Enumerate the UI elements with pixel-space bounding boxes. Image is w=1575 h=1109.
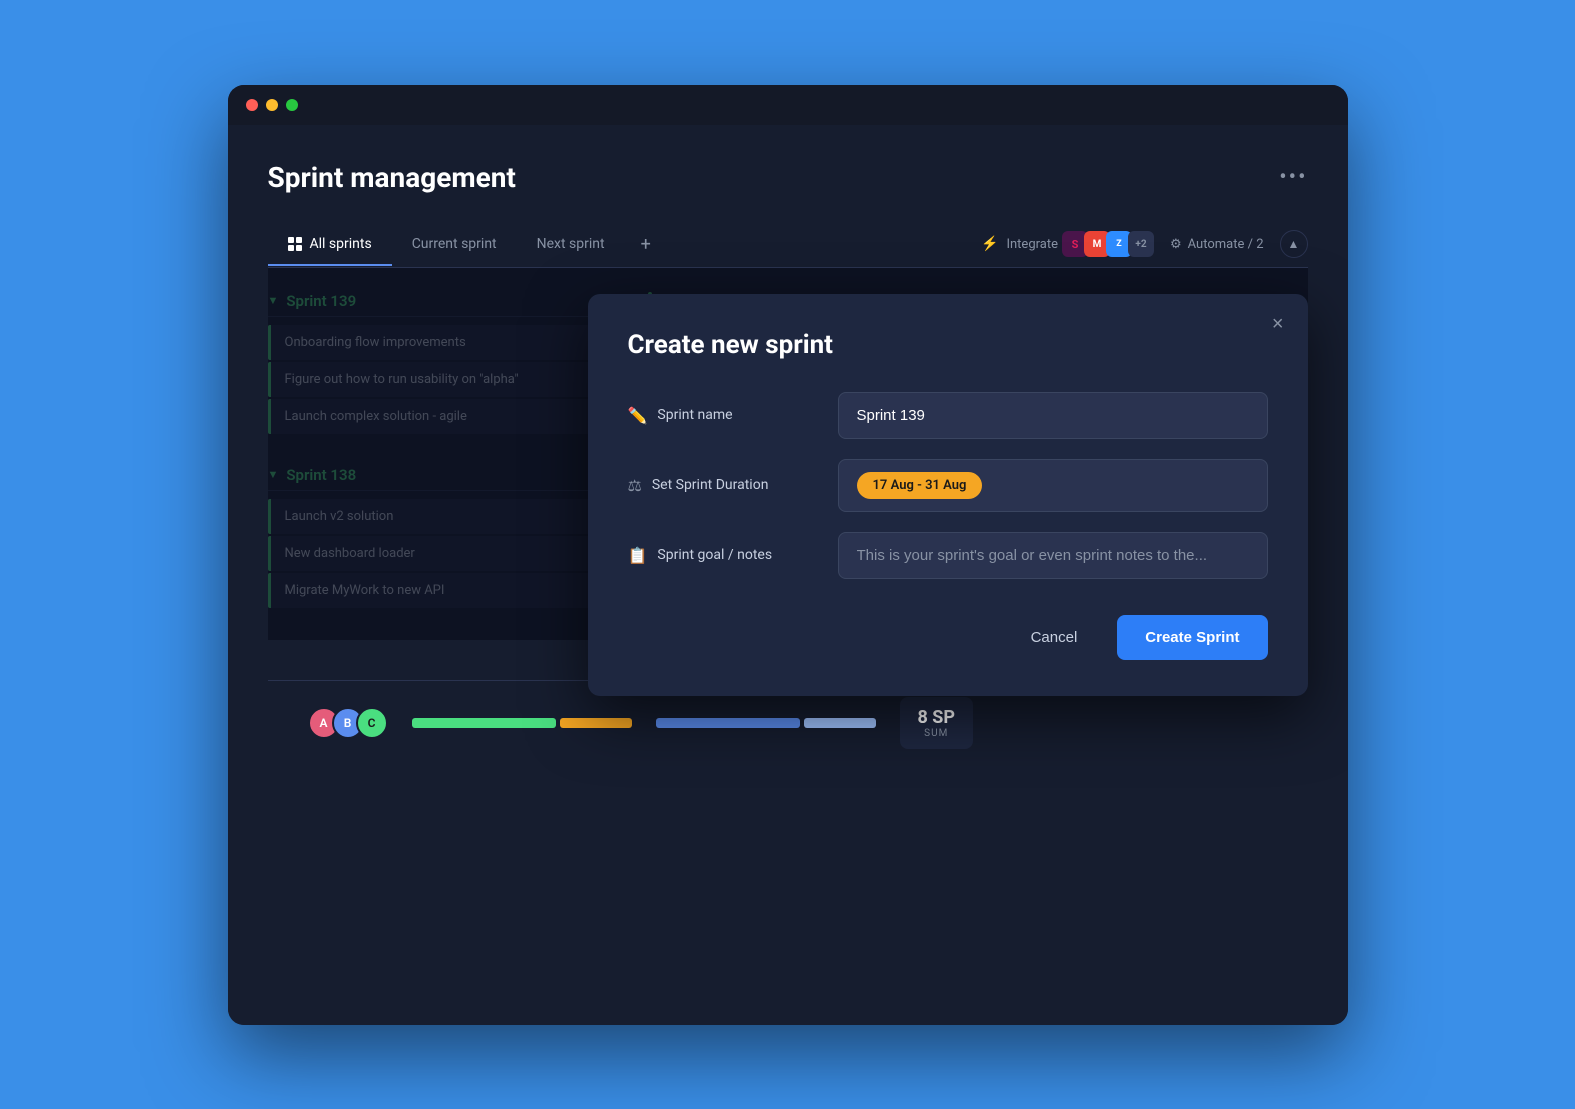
tab-current-sprint[interactable]: Current sprint bbox=[392, 224, 517, 266]
automate-button[interactable]: ⚙ Automate / 2 bbox=[1170, 237, 1264, 252]
tab-all-sprints-label: All sprints bbox=[310, 236, 372, 252]
sprint-goal-row: 📋 Sprint goal / notes bbox=[628, 532, 1268, 579]
automate-icon: ⚙ bbox=[1170, 237, 1182, 252]
titlebar bbox=[228, 85, 1348, 125]
progress-segment-blue bbox=[656, 718, 800, 728]
sp-badge: 8 SP SUM bbox=[900, 697, 974, 749]
tabs-row: All sprints Current sprint Next sprint +… bbox=[268, 222, 1308, 268]
more-menu-icon[interactable]: ••• bbox=[1279, 165, 1307, 190]
add-tab-button[interactable]: + bbox=[625, 222, 667, 267]
duration-field[interactable]: 17 Aug - 31 Aug bbox=[838, 459, 1268, 512]
automate-label: Automate / 2 bbox=[1188, 237, 1264, 252]
integrate-icons: S M Z +2 bbox=[1066, 231, 1154, 257]
grid-icon bbox=[288, 237, 302, 251]
header-row: Sprint management ••• bbox=[268, 161, 1308, 194]
more-integrations-icon: +2 bbox=[1128, 231, 1154, 257]
app-window: Sprint management ••• All sprints Curren… bbox=[228, 85, 1348, 1025]
tab-all-sprints[interactable]: All sprints bbox=[268, 224, 392, 266]
main-content: ▼ Sprint 139 Onboarding flow improvement… bbox=[268, 268, 1308, 640]
sp-number: 8 SP bbox=[918, 707, 956, 728]
integrate-label: Integrate bbox=[1006, 237, 1058, 252]
duration-icon: ⚖ bbox=[628, 476, 642, 495]
tab-next-sprint[interactable]: Next sprint bbox=[517, 224, 625, 266]
dot-red[interactable] bbox=[246, 99, 258, 111]
avatar-3: C bbox=[356, 707, 388, 739]
collapse-button[interactable]: ▲ bbox=[1280, 230, 1308, 258]
dot-yellow[interactable] bbox=[266, 99, 278, 111]
progress-segment-orange bbox=[560, 718, 632, 728]
sprint-name-label: ✏️ Sprint name bbox=[628, 406, 818, 425]
tab-current-sprint-label: Current sprint bbox=[412, 236, 497, 252]
tab-next-sprint-label: Next sprint bbox=[537, 236, 605, 252]
dot-green[interactable] bbox=[286, 99, 298, 111]
modal-title: Create new sprint bbox=[628, 330, 1268, 360]
app-container: Sprint management ••• All sprints Curren… bbox=[228, 125, 1348, 1025]
sprint-name-input[interactable] bbox=[838, 392, 1268, 439]
progress-bar-group-1 bbox=[412, 718, 632, 728]
sprint-goal-label: 📋 Sprint goal / notes bbox=[628, 546, 818, 565]
avatar-group: A B C bbox=[308, 707, 388, 739]
create-sprint-button[interactable]: Create Sprint bbox=[1117, 615, 1267, 660]
tabs-right: ⚡ Integrate S M Z +2 ⚙ Automate / 2 ▲ bbox=[981, 230, 1307, 258]
progress-segment-green bbox=[412, 718, 556, 728]
pencil-icon: ✏️ bbox=[628, 406, 648, 425]
sp-label: SUM bbox=[918, 728, 956, 739]
notes-icon: 📋 bbox=[628, 546, 648, 565]
cancel-button[interactable]: Cancel bbox=[1011, 617, 1098, 658]
modal-close-button[interactable]: × bbox=[1272, 314, 1284, 334]
page-title: Sprint management bbox=[268, 161, 516, 194]
integrate-button[interactable]: ⚡ Integrate S M Z +2 bbox=[981, 231, 1154, 257]
sprint-duration-label: ⚖ Set Sprint Duration bbox=[628, 476, 818, 495]
duration-badge[interactable]: 17 Aug - 31 Aug bbox=[857, 472, 983, 499]
sprint-name-row: ✏️ Sprint name bbox=[628, 392, 1268, 439]
sprint-duration-row: ⚖ Set Sprint Duration 17 Aug - 31 Aug bbox=[628, 459, 1268, 512]
modal-actions: Cancel Create Sprint bbox=[628, 615, 1268, 660]
modal-overlay: × Create new sprint ✏️ Sprint name ⚖ bbox=[268, 268, 1308, 640]
create-sprint-modal: × Create new sprint ✏️ Sprint name ⚖ bbox=[588, 294, 1308, 696]
progress-bar-group-2 bbox=[656, 718, 876, 728]
progress-segment-lightblue bbox=[804, 718, 876, 728]
sprint-goal-input[interactable] bbox=[838, 532, 1268, 579]
